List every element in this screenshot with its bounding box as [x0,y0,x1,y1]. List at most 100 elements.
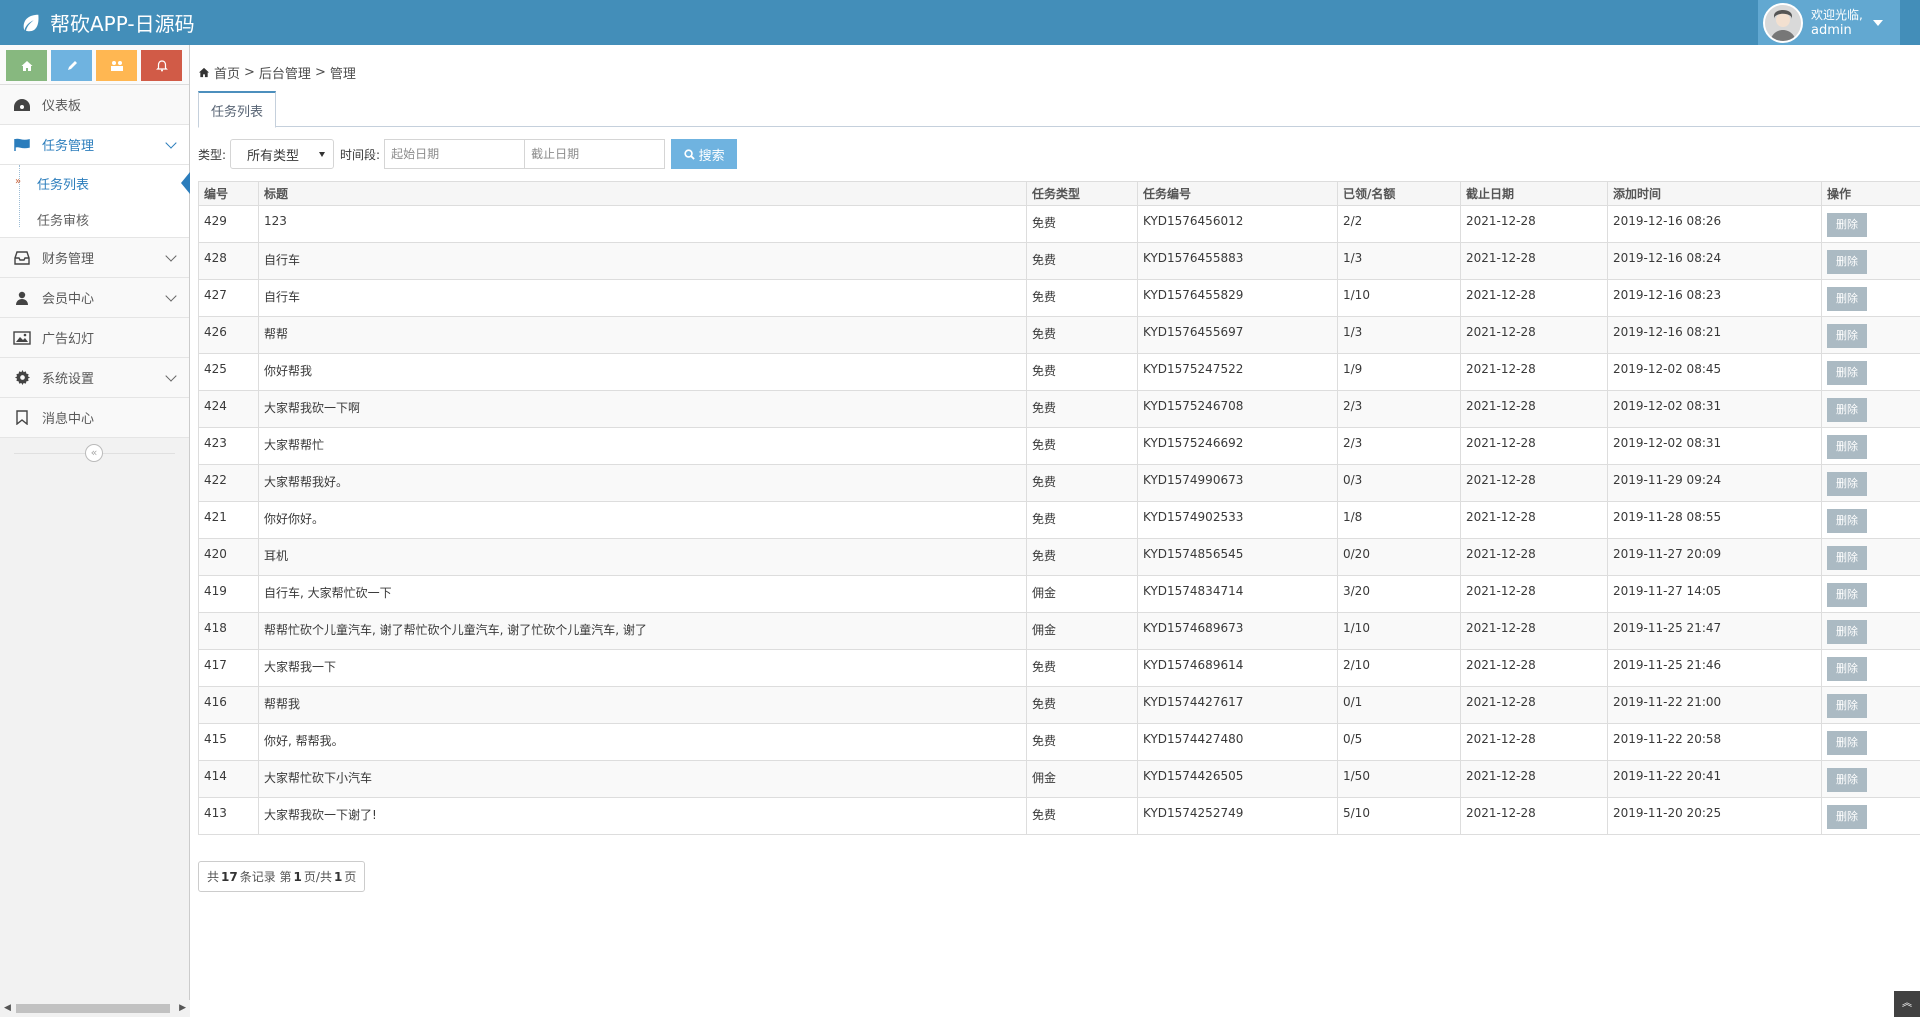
cell-task-no: KYD1575246692 [1137,427,1338,465]
sidebar-item-finance[interactable]: 财务管理 [0,238,189,278]
sidebar-item-ads[interactable]: 广告幻灯 [0,318,189,358]
app-title: 帮砍APP-日源码 [50,12,195,36]
delete-button[interactable]: 删除 [1827,731,1867,755]
cell-deadline: 2021-12-28 [1460,686,1608,724]
table-row: 413 大家帮我砍一下谢了! 免费 KYD1574252749 5/10 2021-12-… [198,797,1920,835]
cell-type: 免费 [1026,649,1138,687]
delete-button[interactable]: 删除 [1827,213,1867,237]
cell-added: 2019-12-02 08:45 [1607,353,1822,391]
cell-deadline: 2021-12-28 [1460,760,1608,798]
users-shortcut-button[interactable] [96,50,137,81]
notify-shortcut-button[interactable] [141,50,182,81]
cell-task-no: KYD1576455883 [1137,242,1338,280]
type-select[interactable]: 所有类型 [230,139,335,169]
scrollbar-thumb[interactable] [16,1004,170,1013]
inbox-icon [12,248,32,268]
cell-task-no: KYD1574426505 [1137,760,1338,798]
sidebar-item-members[interactable]: 会员中心 [0,278,189,318]
home-shortcut-button[interactable] [6,50,47,81]
period-label: 时间段: [340,147,381,162]
cell-id: 425 [198,353,259,391]
sidebar-item-messages[interactable]: 消息中心 [0,398,189,438]
start-date-input[interactable] [384,139,526,169]
collapse-sidebar-icon[interactable]: « [85,444,103,462]
cell-id: 422 [198,464,259,502]
cell-type: 免费 [1026,538,1138,576]
cell-title: 大家帮帮我好。 [258,464,1027,502]
cell-title: 帮帮忙砍个儿童汽车, 谢了帮忙砍个儿童汽车, 谢了忙砍个儿童汽车, 谢了 [258,612,1027,650]
delete-button[interactable]: 删除 [1827,361,1867,385]
delete-button[interactable]: 删除 [1827,694,1867,718]
breadcrumb-home-link[interactable]: 首页 [214,63,240,82]
delete-button[interactable]: 删除 [1827,472,1867,496]
back-to-top-button[interactable]: ︽ [1894,991,1920,1017]
cell-task-no: KYD1575246708 [1137,390,1338,428]
cell-id: 428 [198,242,259,280]
bell-icon [155,59,168,71]
subitem-label: 任务列表 [37,177,90,193]
cell-type: 免费 [1026,797,1138,835]
scroll-left-icon[interactable]: ◀ [4,1003,11,1013]
delete-button[interactable]: 删除 [1827,657,1867,681]
cell-id: 413 [198,797,259,835]
subitem-label: 任务审核 [37,213,90,229]
cell-deadline: 2021-12-28 [1460,279,1608,317]
cell-title: 大家帮我砍一下谢了! [258,797,1027,835]
cell-id: 418 [198,612,259,650]
cell-task-no: KYD1576456012 [1137,205,1338,243]
breadcrumb-section-link[interactable]: 后台管理 [259,63,311,82]
cell-added: 2019-12-16 08:26 [1607,205,1822,243]
delete-button[interactable]: 删除 [1827,250,1867,274]
user-menu[interactable]: 欢迎光临, admin [1758,0,1900,45]
table-row: 419 自行车, 大家帮忙砍一下 佣金 KYD1574834714 3/20 2021-1… [198,575,1920,613]
delete-button[interactable]: 删除 [1827,620,1867,644]
cell-added: 2019-12-16 08:21 [1607,316,1822,354]
cell-id: 416 [198,686,259,724]
chevron-down-icon [165,290,177,302]
tab-task-list[interactable]: 任务列表 [198,91,277,128]
cell-title: 你好你好。 [258,501,1027,539]
sidebar-item-label: 消息中心 [42,412,95,427]
cell-added: 2019-12-02 08:31 [1607,390,1822,428]
cell-quota: 3/20 [1337,575,1461,613]
app-brand[interactable]: 帮砍APP-日源码 [20,0,195,45]
column-header: 编号 [198,181,259,206]
cell-quota: 2/3 [1337,427,1461,465]
cell-quota: 5/10 [1337,797,1461,835]
edit-shortcut-button[interactable] [51,50,92,81]
chevron-down-icon [165,370,177,382]
sidebar-item-label: 会员中心 [42,292,95,307]
cell-type: 免费 [1026,723,1138,761]
search-button[interactable]: 搜索 [671,139,738,169]
scroll-right-icon[interactable]: ▶ [179,1003,186,1013]
sidebar-item-dashboard[interactable]: 仪表板 [0,85,189,125]
sidebar-item-settings[interactable]: 系统设置 [0,358,189,398]
cell-actions: 删除 [1821,427,1920,465]
sidebar-subitem-task-list[interactable]: » 任务列表 [0,165,190,201]
cell-deadline: 2021-12-28 [1460,797,1608,835]
horizontal-scrollbar[interactable]: ◀ ▶ [0,1000,190,1017]
cell-added: 2019-12-02 08:31 [1607,427,1822,465]
breadcrumb-separator: > [244,65,255,80]
cell-type: 免费 [1026,501,1138,539]
delete-button[interactable]: 删除 [1827,435,1867,459]
delete-button[interactable]: 删除 [1827,398,1867,422]
delete-button[interactable]: 删除 [1827,546,1867,570]
delete-button[interactable]: 删除 [1827,324,1867,348]
cell-type: 免费 [1026,205,1138,243]
cell-type: 免费 [1026,427,1138,465]
delete-button[interactable]: 删除 [1827,768,1867,792]
cell-actions: 删除 [1821,575,1920,613]
cell-title: 耳机 [258,538,1027,576]
tab-bar: 任务列表 [198,91,1920,128]
shortcut-bar [0,45,189,85]
end-date-input[interactable] [524,139,666,169]
sidebar-subitem-task-review[interactable]: 任务审核 [0,201,189,237]
delete-button[interactable]: 删除 [1827,287,1867,311]
delete-button[interactable]: 删除 [1827,509,1867,533]
sidebar-item-tasks[interactable]: 任务管理 [0,125,189,165]
delete-button[interactable]: 删除 [1827,805,1867,829]
cell-deadline: 2021-12-28 [1460,205,1608,243]
delete-button[interactable]: 删除 [1827,583,1867,607]
caret-down-icon[interactable] [1872,19,1883,26]
